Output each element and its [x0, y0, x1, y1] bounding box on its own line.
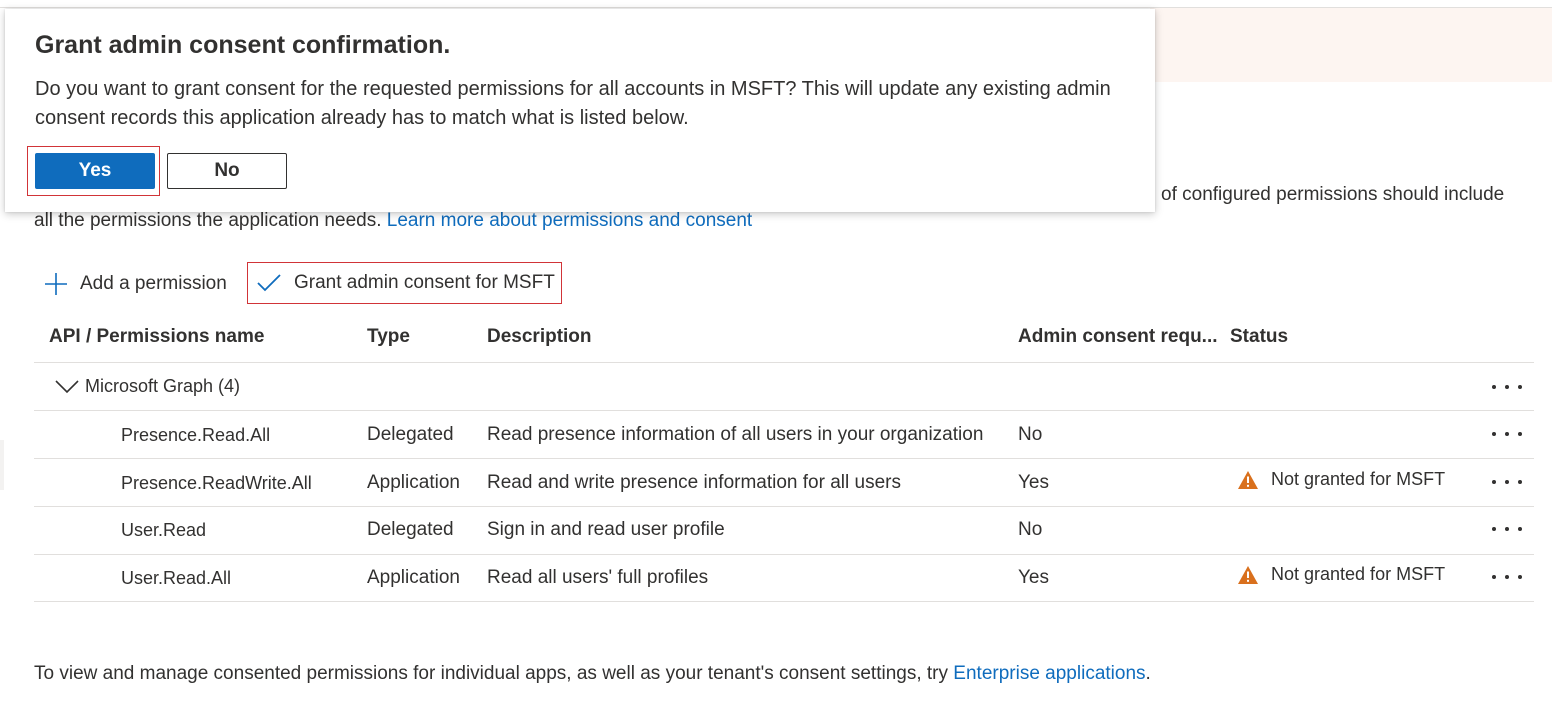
intro-text-left: all the permissions the application need… — [34, 210, 752, 232]
warning-icon — [1238, 470, 1258, 489]
permission-type: Delegated — [367, 519, 454, 540]
intro-text-right: of configured permissions should include — [1161, 184, 1505, 205]
plus-icon — [45, 273, 67, 295]
more-options-icon[interactable] — [1492, 567, 1522, 587]
microsoft-graph-group-link[interactable]: Microsoft Graph (4) — [85, 376, 240, 397]
table-group-row: Microsoft Graph (4) — [34, 363, 1534, 411]
more-options-icon[interactable] — [1492, 377, 1522, 397]
status-badge: Not granted for MSFT — [1237, 564, 1445, 585]
table-header-row: API / Permissions name Type Description … — [34, 314, 1534, 363]
yes-button[interactable]: Yes — [35, 153, 155, 189]
permission-description: Read presence information of all users i… — [487, 424, 984, 445]
more-options-icon[interactable] — [1492, 472, 1522, 492]
admin-consent-value: No — [1018, 519, 1043, 540]
admin-consent-value: Yes — [1018, 567, 1049, 588]
table-row: Presence.Read.All Delegated Read presenc… — [34, 411, 1534, 459]
header-status[interactable]: Status — [1230, 314, 1288, 362]
header-admin-consent[interactable]: Admin consent requ... — [1018, 314, 1218, 362]
permission-name-link[interactable]: Presence.Read.All — [121, 425, 270, 446]
admin-consent-value: Yes — [1018, 472, 1049, 493]
add-permission-label: Add a permission — [80, 273, 227, 294]
footer-note: To view and manage consented permissions… — [34, 663, 1151, 685]
more-options-icon[interactable] — [1492, 424, 1522, 444]
permission-name-link[interactable]: User.Read — [121, 520, 206, 541]
header-api-name[interactable]: API / Permissions name — [49, 314, 264, 362]
grant-admin-consent-button[interactable]: Grant admin consent for MSFT — [247, 262, 562, 304]
footer-text: To view and manage consented permissions… — [34, 663, 949, 684]
table-row: User.Read Delegated Sign in and read use… — [34, 507, 1534, 555]
permissions-toolbar: Add a permission Grant admin consent for… — [34, 262, 634, 306]
permission-description: Read all users' full profiles — [487, 567, 709, 588]
footer-period: . — [1145, 663, 1151, 684]
table-row: Presence.ReadWrite.All Application Read … — [34, 459, 1534, 507]
permission-description: Sign in and read user profile — [487, 519, 725, 540]
permission-type: Application — [367, 472, 460, 493]
warning-banner — [1150, 8, 1552, 82]
permission-name-link[interactable]: User.Read.All — [121, 568, 231, 589]
grant-admin-consent-label: Grant admin consent for MSFT — [294, 272, 555, 293]
table-row: User.Read.All Application Read all users… — [34, 555, 1534, 602]
chevron-down-icon[interactable] — [54, 379, 80, 395]
grant-consent-dialog: Grant admin consent confirmation. Do you… — [5, 9, 1155, 212]
checkmark-icon — [257, 274, 281, 292]
add-permission-button[interactable]: Add a permission — [44, 262, 227, 306]
header-description[interactable]: Description — [487, 314, 592, 362]
permission-description: Read and write presence information for … — [487, 472, 901, 493]
no-button[interactable]: No — [167, 153, 287, 189]
enterprise-applications-link[interactable]: Enterprise applications — [953, 663, 1145, 684]
admin-consent-value: No — [1018, 424, 1043, 445]
permission-type: Application — [367, 567, 460, 588]
dialog-message: Do you want to grant consent for the req… — [35, 78, 1111, 129]
header-type[interactable]: Type — [367, 314, 410, 362]
status-text: Not granted for MSFT — [1271, 469, 1446, 489]
status-badge: Not granted for MSFT — [1237, 469, 1445, 490]
warning-icon — [1238, 565, 1258, 584]
intro-text: all the permissions the application need… — [34, 210, 382, 231]
permission-type: Delegated — [367, 424, 454, 445]
dialog-title: Grant admin consent confirmation. — [35, 31, 451, 59]
more-options-icon[interactable] — [1492, 519, 1522, 539]
status-text: Not granted for MSFT — [1271, 564, 1446, 584]
learn-more-link[interactable]: Learn more about permissions and consent — [387, 210, 752, 231]
left-edge-panel — [0, 440, 4, 490]
permission-name-link[interactable]: Presence.ReadWrite.All — [121, 473, 312, 494]
